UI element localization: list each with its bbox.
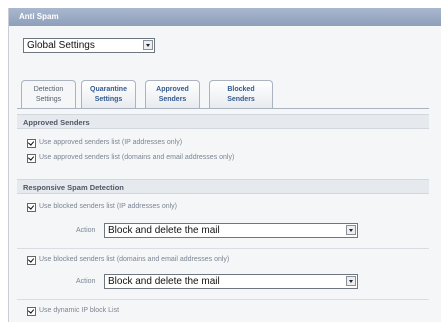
- blocked-domains-checkbox[interactable]: [27, 256, 36, 265]
- tab-label-line: Senders: [227, 96, 255, 103]
- tab-blocked-senders[interactable]: Blocked Senders: [209, 80, 273, 108]
- tab-label-line: Settings: [35, 96, 62, 103]
- approved-senders-header: Approved Senders: [17, 114, 429, 129]
- chevron-down-icon[interactable]: [143, 40, 153, 50]
- responsive-spam-detection-header: Responsive Spam Detection: [17, 179, 429, 194]
- tab-detection-settings[interactable]: Detection Settings: [21, 80, 76, 109]
- settings-scope-value: Global Settings: [27, 40, 95, 51]
- tab-label-line: Quarantine: [90, 86, 127, 93]
- section-divider: [17, 299, 429, 300]
- dynamic-ip-block-checkbox[interactable]: [27, 307, 36, 316]
- window-title: Anti Spam: [9, 8, 441, 26]
- tab-label-line: Blocked: [227, 86, 255, 93]
- approved-ip-checkbox[interactable]: [27, 139, 36, 148]
- blocked-ip-label: Use blocked senders list (IP addresses o…: [39, 203, 177, 210]
- blocked-domains-action-value: Block and delete the mail: [108, 276, 220, 287]
- action-label: Action: [76, 278, 96, 285]
- settings-scope-select[interactable]: Global Settings: [23, 38, 155, 53]
- chevron-down-icon[interactable]: [346, 225, 356, 235]
- blocked-domains-action-select[interactable]: Block and delete the mail: [104, 274, 358, 289]
- tab-label-line: Detection: [33, 86, 64, 93]
- approved-domains-checkbox[interactable]: [27, 154, 36, 163]
- anti-spam-panel: Anti Spam Global Settings Detection Sett…: [8, 8, 441, 322]
- action-label: Action: [76, 227, 96, 234]
- blocked-ip-action-select[interactable]: Block and delete the mail: [104, 223, 358, 238]
- approved-ip-label: Use approved senders list (IP addresses …: [39, 139, 183, 146]
- blocked-domains-label: Use blocked senders list (domains and em…: [39, 256, 230, 263]
- tab-label-line: Settings: [94, 96, 123, 103]
- dynamic-ip-block-label: Use dynamic IP block List: [39, 307, 120, 314]
- tab-quarantine-settings[interactable]: Quarantine Settings: [81, 80, 136, 108]
- section-divider: [17, 248, 429, 249]
- blocked-ip-action-value: Block and delete the mail: [108, 225, 220, 236]
- blocked-ip-checkbox[interactable]: [27, 203, 36, 212]
- chevron-down-icon[interactable]: [346, 276, 356, 286]
- tabs-divider: [17, 108, 429, 109]
- approved-domains-label: Use approved senders list (domains and e…: [39, 154, 235, 161]
- tab-approved-senders[interactable]: Approved Senders: [145, 80, 200, 108]
- tab-label-line: Senders: [158, 96, 187, 103]
- tab-label-line: Approved: [156, 86, 189, 93]
